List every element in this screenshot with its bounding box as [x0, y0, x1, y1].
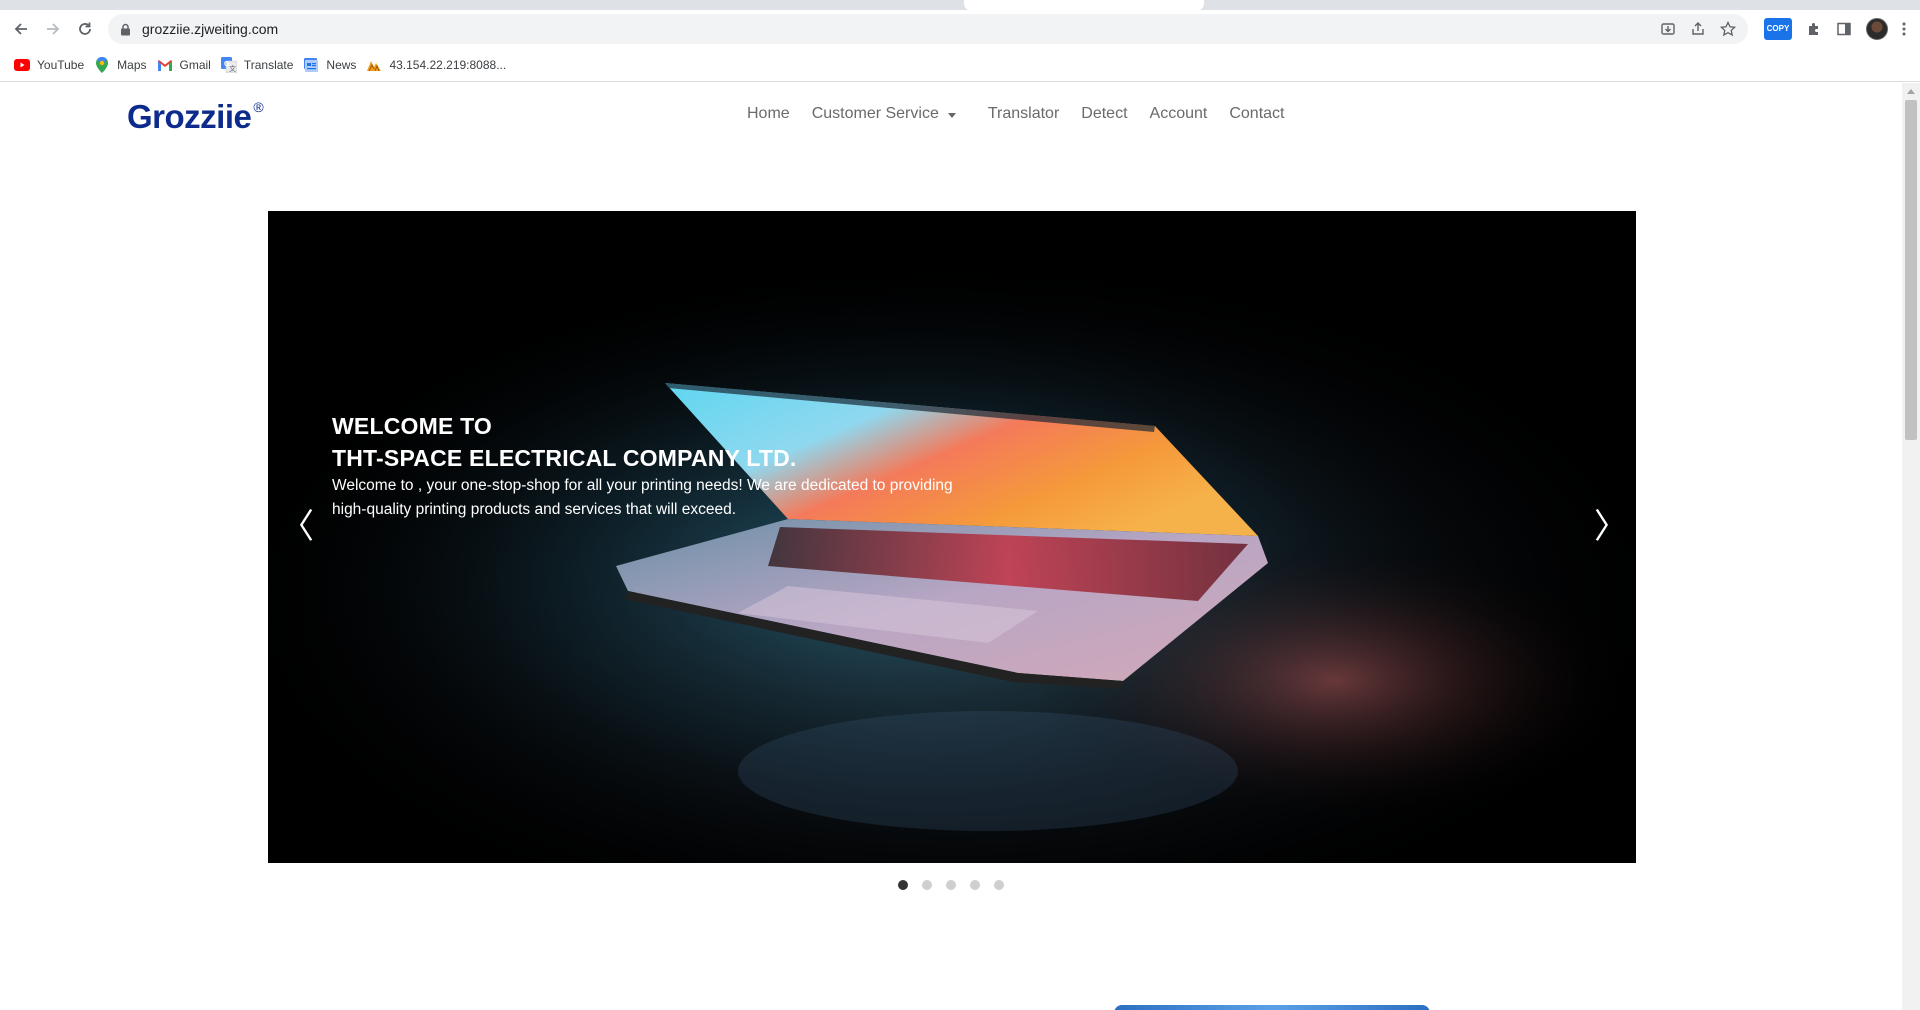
profile-avatar[interactable] — [1866, 18, 1888, 40]
forward-arrow-icon — [47, 23, 60, 35]
install-app-icon[interactable] — [1660, 21, 1676, 37]
bookmark-news[interactable]: News — [301, 51, 364, 79]
reload-button[interactable] — [69, 13, 101, 45]
address-bar[interactable]: grozziie.zjweiting.com — [108, 14, 1748, 44]
hero-caption: WELCOME TO THT-SPACE ELECTRICAL COMPANY … — [332, 410, 972, 522]
carousel-dot-5[interactable] — [994, 880, 1004, 890]
url-text: grozziie.zjweiting.com — [142, 21, 279, 37]
active-tab[interactable] — [964, 0, 1204, 10]
browser-menu-icon[interactable] — [1902, 21, 1906, 37]
nav-home[interactable]: Home — [747, 105, 801, 123]
scroll-up-arrow-icon[interactable] — [1907, 89, 1915, 94]
bookmark-gmail[interactable]: Gmail — [155, 51, 219, 79]
bookmark-maps[interactable]: Maps — [92, 51, 154, 79]
carousel-prev-button[interactable]: 〈 — [280, 507, 314, 547]
bookmark-ip-site[interactable]: 43.154.22.219:8088... — [364, 51, 514, 79]
youtube-icon — [14, 57, 30, 73]
share-icon[interactable] — [1690, 21, 1706, 37]
reload-icon — [79, 22, 91, 35]
nav-account[interactable]: Account — [1139, 105, 1219, 123]
lock-icon[interactable] — [120, 22, 134, 36]
nav-detect[interactable]: Detect — [1070, 105, 1138, 123]
next-section-image — [1114, 1005, 1430, 1010]
carousel-dot-1[interactable] — [898, 880, 908, 890]
back-button[interactable] — [5, 13, 37, 45]
forward-button[interactable] — [37, 13, 69, 45]
nav-translator[interactable]: Translator — [977, 105, 1070, 123]
browser-toolbar: grozziie.zjweiting.com COPY — [0, 10, 1920, 48]
extensions-puzzle-icon[interactable] — [1806, 21, 1822, 37]
hero-title-line2: THT-SPACE ELECTRICAL COMPANY LTD. — [332, 445, 797, 471]
nav-contact[interactable]: Contact — [1218, 105, 1295, 123]
back-arrow-icon — [14, 23, 27, 35]
laptop-photo — [268, 211, 1636, 863]
translate-icon: G文 — [220, 56, 237, 73]
copy-extension-icon[interactable]: COPY — [1764, 18, 1792, 40]
tab-strip — [0, 0, 1920, 10]
main-navigation: Home Customer Service Translator Detect … — [747, 105, 1295, 123]
maps-icon — [94, 56, 110, 73]
caret-down-icon — [947, 112, 956, 118]
hero-carousel[interactable]: WELCOME TO THT-SPACE ELECTRICAL COMPANY … — [268, 211, 1636, 863]
bookmark-star-icon[interactable] — [1720, 21, 1736, 37]
carousel-next-button[interactable]: 〉 — [1594, 507, 1628, 547]
bookmarks-bar: YouTube Maps Gmail G文 Translate News 43.… — [0, 48, 1920, 82]
registered-mark: ® — [253, 99, 264, 115]
svg-text:文: 文 — [229, 64, 236, 73]
page-scrollbar[interactable] — [1902, 83, 1920, 1010]
carousel-indicators — [898, 880, 1004, 890]
carousel-dot-4[interactable] — [970, 880, 980, 890]
nav-customer-service[interactable]: Customer Service — [801, 105, 967, 123]
gmail-icon — [157, 57, 173, 73]
carousel-dot-2[interactable] — [922, 880, 932, 890]
carousel-dot-3[interactable] — [946, 880, 956, 890]
scrollbar-thumb[interactable] — [1905, 100, 1917, 440]
site-icon — [366, 57, 382, 73]
side-panel-icon[interactable] — [1836, 21, 1852, 37]
bookmark-youtube[interactable]: YouTube — [12, 51, 92, 79]
bookmark-translate[interactable]: G文 Translate — [219, 51, 302, 79]
site-logo[interactable]: Grozziie ® — [127, 98, 264, 136]
hero-description: Welcome to , your one-stop-shop for all … — [332, 477, 953, 518]
hero-title-line1: WELCOME TO — [332, 413, 493, 439]
news-icon — [303, 57, 319, 73]
web-page: Grozziie ® Home Customer Service Translat… — [0, 83, 1902, 1010]
